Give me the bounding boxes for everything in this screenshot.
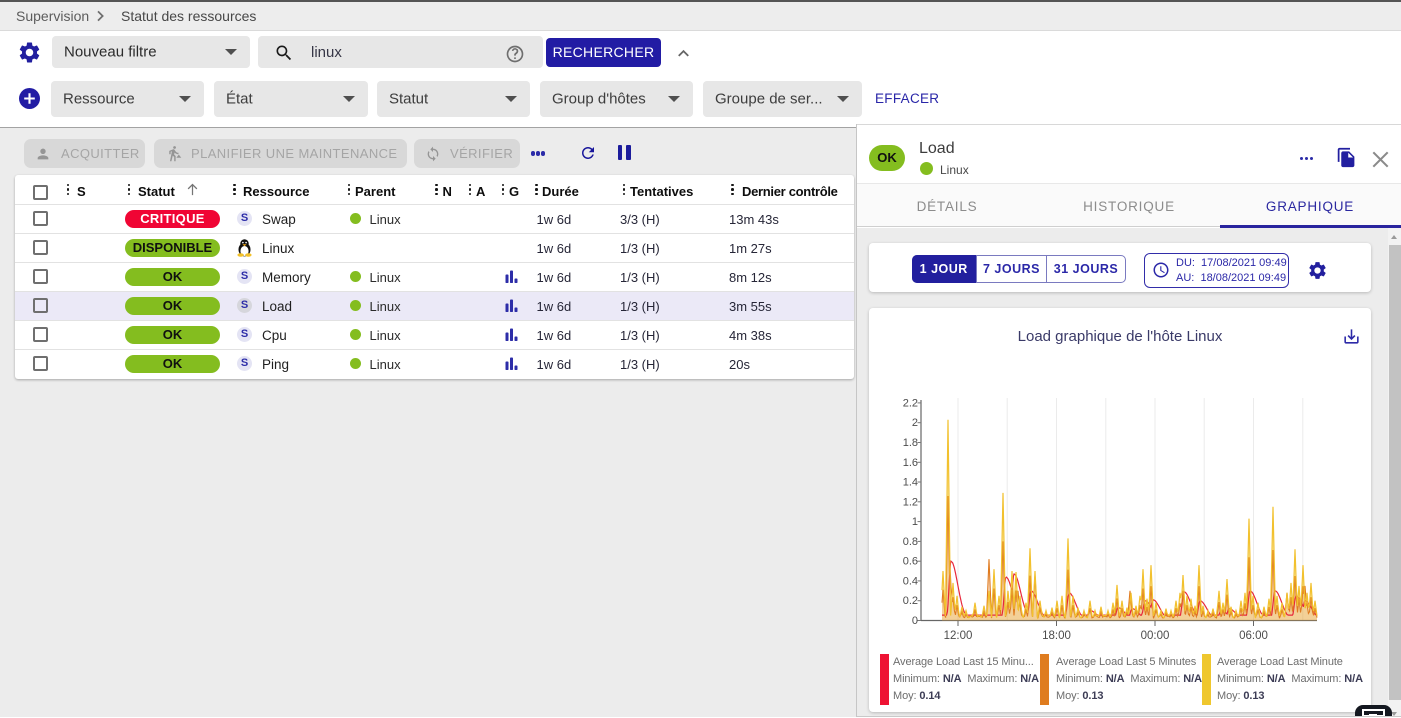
svg-text:0.8: 0.8	[903, 536, 918, 548]
svg-text:1.8: 1.8	[903, 437, 918, 449]
svg-text:06:00: 06:00	[1239, 630, 1268, 642]
svg-text:12:00: 12:00	[944, 630, 973, 642]
svg-text:1.6: 1.6	[903, 457, 918, 469]
svg-text:0.2: 0.2	[903, 595, 918, 607]
svg-text:1: 1	[912, 516, 918, 528]
svg-text:0: 0	[912, 615, 918, 627]
svg-text:00:00: 00:00	[1141, 630, 1170, 642]
svg-text:1.4: 1.4	[903, 477, 918, 489]
svg-text:0.4: 0.4	[903, 575, 918, 587]
svg-text:2.2: 2.2	[903, 397, 918, 409]
svg-text:1.2: 1.2	[903, 496, 918, 508]
svg-text:2: 2	[912, 417, 918, 429]
svg-text:18:00: 18:00	[1042, 630, 1071, 642]
svg-text:0.6: 0.6	[903, 556, 918, 568]
